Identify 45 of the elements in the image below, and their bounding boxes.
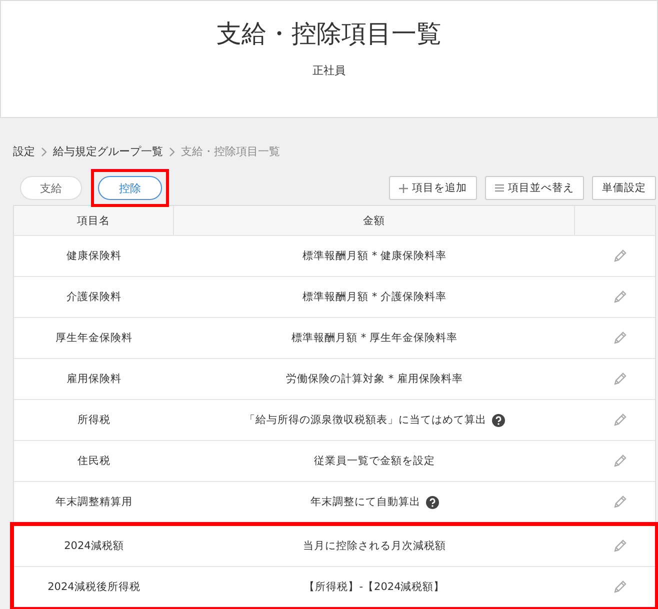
toolbar-button[interactable]: 単価設定 — [592, 176, 656, 200]
column-header: 金額 — [174, 206, 575, 235]
table-cell: 当月に控除される月次減税額 — [303, 539, 446, 553]
pencil-icon — [613, 331, 627, 345]
pencil-icon — [613, 413, 627, 427]
table-cell: 標準報酬月額 * 健康保険料率 — [302, 249, 446, 263]
table-cell: 標準報酬月額 * 介護保険料率 — [302, 290, 446, 304]
page-subtitle: 正社員 — [312, 63, 346, 78]
column-header: 項目名 — [14, 206, 174, 235]
breadcrumb-link[interactable]: 給与規定グループ一覧 — [53, 144, 163, 159]
table-cell-text: 介護保険料 — [66, 290, 122, 305]
pencil-icon — [613, 290, 627, 304]
table-cell-text: 厚生年金保険料 — [54, 331, 134, 346]
table-cell-text: 2024減税後所得税 — [46, 580, 142, 595]
pencil-icon — [613, 539, 627, 553]
chevron-icon — [41, 146, 47, 156]
pencil-icon — [613, 372, 627, 386]
help-icon — [492, 414, 504, 426]
help-icon — [426, 496, 438, 508]
toolbar-button[interactable]: 項目並べ替え — [485, 176, 584, 200]
pencil-icon — [613, 249, 627, 263]
plus-icon — [399, 184, 408, 192]
table-cell-text: 所得税 — [76, 413, 112, 428]
chevron-icon — [169, 146, 175, 156]
pencil-icon — [613, 495, 627, 509]
toolbar-button[interactable]: 項目を追加 — [389, 176, 477, 200]
page-title: 支給・控除項目一覧 — [216, 18, 442, 50]
table-cell: 【所得税】-【2024減税額】 — [304, 580, 445, 594]
table-cell-text: 年末調整精算用 — [54, 495, 134, 510]
breadcrumb-link[interactable]: 設定 — [13, 144, 35, 159]
table-cell: 従業員一覧で金額を設定 — [314, 454, 435, 468]
tab[interactable]: 支給 — [20, 176, 82, 200]
table-cell: 年末調整にて自動算出 — [310, 495, 420, 509]
pencil-icon — [613, 454, 627, 468]
table-cell-text: 雇用保険料 — [66, 372, 122, 387]
table-cell-text: 2024減税額 — [63, 539, 125, 554]
tab[interactable]: 控除 — [98, 176, 162, 200]
table-cell: 労働保険の計算対象 * 雇用保険料率 — [286, 372, 463, 386]
menu-icon — [495, 184, 504, 192]
pencil-icon — [613, 580, 627, 594]
breadcrumb-current: 支給・控除項目一覧 — [181, 144, 280, 159]
table-cell-text: 健康保険料 — [66, 249, 122, 264]
table-cell: 標準報酬月額 * 厚生年金保険料率 — [292, 331, 458, 345]
table-cell: 「給与所得の源泉徴収税額表」に当てはめて算出 — [244, 413, 486, 427]
table-cell-text: 住民税 — [76, 454, 112, 469]
